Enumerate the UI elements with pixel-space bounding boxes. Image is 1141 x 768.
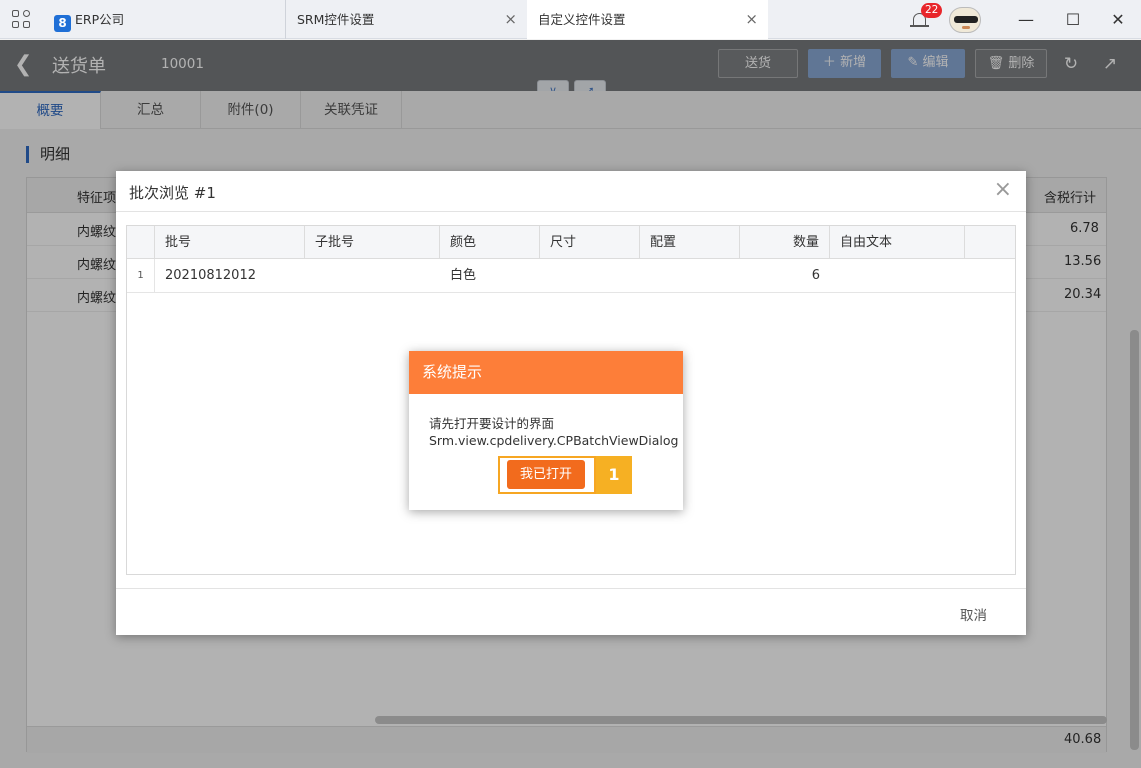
maximize-icon[interactable]: ☐ [1062, 9, 1084, 31]
step-marker: 1 [596, 456, 632, 494]
column-header-color[interactable]: 颜色 [440, 226, 540, 259]
column-header-size[interactable]: 尺寸 [540, 226, 640, 259]
dialog-title: 批次浏览 #1 [129, 184, 216, 202]
batch-table-header: 批号 子批号 颜色 尺寸 配置 数量 自由文本 [127, 226, 1015, 259]
tab-label: ERP公司 [75, 12, 125, 27]
color-cell: 白色 [450, 268, 477, 283]
tab-custom-control-settings[interactable]: 自定义控件设置 × [527, 0, 768, 39]
erp-logo-icon: 8 [54, 15, 71, 32]
notification-badge: 22 [921, 3, 943, 18]
column-header-config[interactable]: 配置 [640, 226, 740, 259]
quantity-cell: 6 [811, 268, 820, 283]
prompt-message: 请先打开要设计的界面 Srm.view.cpdelivery.CPBatchVi… [429, 415, 678, 449]
batch-cell: 20210812012 [165, 268, 256, 283]
tab-srm-control-settings[interactable]: SRM控件设置 × [287, 0, 527, 39]
column-header-sub-batch[interactable]: 子批号 [305, 226, 440, 259]
apps-grid-icon[interactable] [12, 10, 32, 30]
close-icon[interactable]: × [994, 179, 1012, 201]
tab-label: 自定义控件设置 [538, 12, 626, 27]
avatar[interactable] [949, 7, 981, 33]
column-header-batch[interactable]: 批号 [155, 226, 305, 259]
dialog-footer: 取消 [116, 588, 1026, 635]
row-index-header [127, 226, 155, 259]
tab-erp-company[interactable]: 8 ERP公司 [44, 0, 286, 39]
prompt-title: 系统提示 [409, 351, 683, 394]
row-index: 1 [127, 259, 155, 292]
column-header-quantity[interactable]: 数量 [740, 226, 830, 259]
prompt-message-line: Srm.view.cpdelivery.CPBatchViewDialog [429, 433, 679, 448]
minimize-icon[interactable]: — [1015, 9, 1037, 31]
confirm-opened-button[interactable]: 我已打开 [507, 460, 585, 489]
system-prompt-dialog: 系统提示 请先打开要设计的界面 Srm.view.cpdelivery.CPBa… [409, 351, 683, 510]
table-row[interactable]: 1 20210812012 白色 6 [127, 259, 1015, 293]
prompt-message-line: 请先打开要设计的界面 [429, 416, 555, 431]
cancel-button[interactable]: 取消 [960, 604, 987, 624]
title-bar: 8 ERP公司 SRM控件设置 × 自定义控件设置 × 22 — ☐ ✕ [0, 0, 1141, 39]
tab-label: SRM控件设置 [297, 12, 375, 27]
dialog-header: 批次浏览 #1 × [116, 171, 1026, 212]
close-icon[interactable]: × [745, 0, 758, 39]
column-header-free-text[interactable]: 自由文本 [830, 226, 965, 259]
window-close-icon[interactable]: ✕ [1107, 9, 1129, 31]
close-icon[interactable]: × [504, 0, 517, 39]
